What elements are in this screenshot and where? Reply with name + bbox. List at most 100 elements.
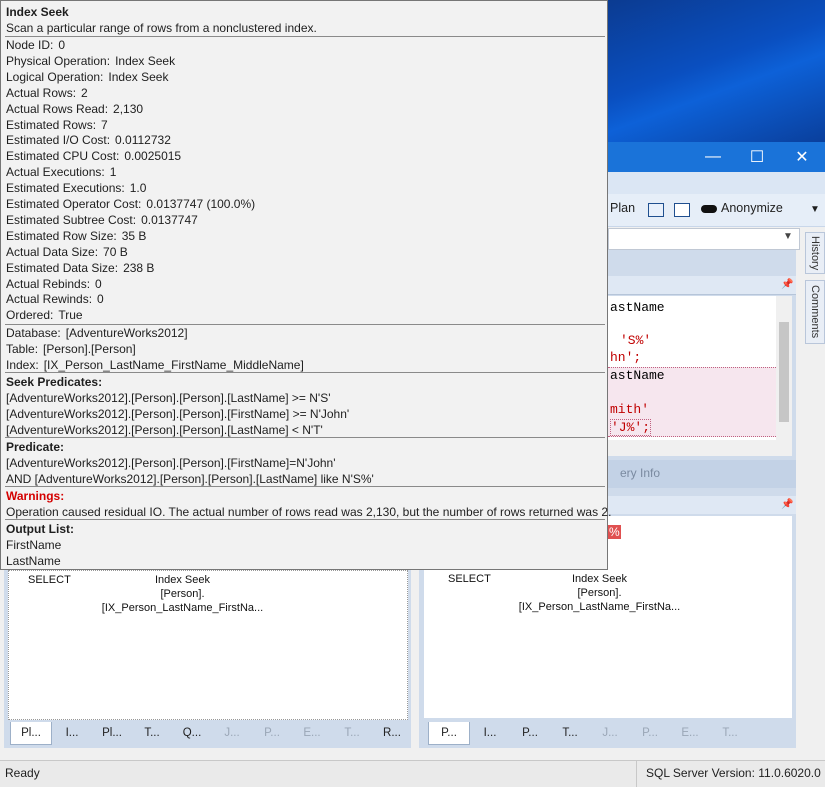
operator-index: [IX_Person_LastName_FirstNa... bbox=[518, 601, 681, 613]
query-fragment: 'J%'; bbox=[610, 419, 652, 436]
status-bar: Ready SQL Server Version: 11.0.6020.0 bbox=[0, 760, 825, 787]
property-key: Estimated Operator Cost: bbox=[6, 197, 142, 211]
menu-bar bbox=[608, 172, 825, 194]
pin-icon[interactable]: 📌 bbox=[781, 499, 793, 510]
property-row: Actual Rows: 2 bbox=[6, 86, 88, 100]
plan-tab[interactable]: T... bbox=[132, 722, 172, 744]
index-seek-operator[interactable]: Index Seek [Person]. [IX_Person_LastName… bbox=[100, 573, 265, 615]
operator-index: [IX_Person_LastName_FirstNa... bbox=[101, 602, 264, 614]
plan-tab[interactable]: J... bbox=[212, 722, 252, 744]
property-value: 0 bbox=[95, 276, 102, 291]
list-icon[interactable] bbox=[648, 203, 664, 217]
property-value: 7 bbox=[101, 117, 108, 132]
plan-tab[interactable]: Pl... bbox=[10, 722, 52, 745]
chevron-down-icon[interactable]: ▼ bbox=[783, 231, 793, 242]
comments-tab[interactable]: Comments bbox=[805, 280, 825, 344]
plan-tab[interactable]: T... bbox=[550, 722, 590, 744]
minimize-button[interactable]: — bbox=[690, 142, 736, 172]
property-row: Physical Operation: Index Seek bbox=[6, 54, 175, 68]
property-value: 35 B bbox=[121, 228, 147, 243]
right-plan-tabbar: P... I... P... T... J... P... E... T... bbox=[428, 722, 750, 746]
object-row: Index: [IX_Person_LastName_FirstName_Midd… bbox=[6, 358, 304, 372]
property-row: Node ID: 0 bbox=[6, 38, 65, 52]
plan-tab[interactable]: T... bbox=[332, 722, 372, 744]
object-value: [AdventureWorks2012] bbox=[65, 326, 188, 340]
output-column: LastName bbox=[6, 554, 61, 568]
property-row: Actual Rebinds: 0 bbox=[6, 277, 102, 291]
plan-tab[interactable]: J... bbox=[590, 722, 630, 744]
operator-tooltip: Index Seek Scan a particular range of ro… bbox=[0, 0, 611, 570]
plan-tab[interactable]: I... bbox=[470, 722, 510, 744]
plan-tab[interactable]: P... bbox=[252, 722, 292, 744]
plan-button[interactable]: Plan bbox=[610, 201, 635, 215]
index-seek-operator[interactable]: Index Seek [Person]. [IX_Person_LastName… bbox=[517, 572, 682, 614]
select-operator-label[interactable]: SELECT bbox=[448, 572, 491, 586]
scrollbar-thumb[interactable] bbox=[779, 322, 789, 422]
property-row: Logical Operation: Index Seek bbox=[6, 70, 168, 84]
status-text: Ready bbox=[5, 766, 40, 780]
maximize-button[interactable]: ☐ bbox=[734, 142, 780, 172]
property-value: 0 bbox=[97, 292, 104, 307]
object-value: [Person].[Person] bbox=[43, 342, 136, 356]
output-list-header: Output List: bbox=[6, 522, 74, 536]
divider bbox=[5, 437, 605, 438]
select-operator-label[interactable]: SELECT bbox=[28, 573, 71, 587]
plan-tab[interactable]: I... bbox=[52, 722, 92, 744]
property-row: Actual Rewinds: 0 bbox=[6, 292, 104, 306]
property-row: Actual Executions: 1 bbox=[6, 165, 116, 179]
property-value: 70 B bbox=[103, 244, 128, 259]
property-value: 1.0 bbox=[129, 181, 147, 196]
query-fragment: mith' bbox=[610, 402, 650, 417]
plan-tab[interactable]: E... bbox=[292, 722, 332, 744]
plan-tab[interactable]: R... bbox=[372, 722, 412, 744]
horizontal-scrollbar[interactable] bbox=[608, 440, 792, 456]
layout-icon[interactable] bbox=[674, 203, 690, 217]
property-row: Actual Data Size: 70 B bbox=[6, 245, 128, 259]
anonymize-button[interactable]: Anonymize bbox=[721, 201, 783, 215]
property-row: Estimated Data Size: 238 B bbox=[6, 261, 154, 275]
query-fragment: astName bbox=[610, 368, 665, 383]
property-key: Estimated Row Size: bbox=[6, 228, 117, 243]
query-info-tab[interactable]: ery Info bbox=[608, 460, 796, 488]
query-panel-header bbox=[608, 276, 796, 295]
property-value: True bbox=[58, 308, 83, 323]
predicate-line: AND [AdventureWorks2012].[Person].[Perso… bbox=[6, 472, 374, 486]
tooltip-description: Scan a particular range of rows from a n… bbox=[6, 21, 317, 35]
database-combo[interactable] bbox=[608, 228, 800, 250]
toolbar-overflow-icon[interactable]: ▼ bbox=[810, 204, 820, 215]
property-row: Ordered: True bbox=[6, 308, 83, 322]
plan-tab[interactable]: Q... bbox=[172, 722, 212, 744]
property-row: Estimated I/O Cost: 0.0112732 bbox=[6, 133, 171, 147]
property-value: Index Seek bbox=[115, 53, 176, 68]
seek-predicate-line: [AdventureWorks2012].[Person].[Person].[… bbox=[6, 391, 331, 405]
desktop-background bbox=[608, 0, 825, 142]
plan-tab[interactable]: P... bbox=[428, 722, 470, 745]
property-value: 2,130 bbox=[113, 101, 144, 116]
property-row: Estimated CPU Cost: 0.0025015 bbox=[6, 149, 181, 163]
tooltip-title: Index Seek bbox=[6, 5, 69, 19]
property-row: Estimated Rows: 7 bbox=[6, 118, 108, 132]
property-value: 0.0137747 (100.0%) bbox=[146, 197, 256, 211]
plan-tab[interactable]: P... bbox=[630, 722, 670, 744]
history-tab[interactable]: History bbox=[805, 232, 825, 274]
operator-table: [Person]. bbox=[160, 588, 205, 600]
property-key: Actual Data Size: bbox=[6, 244, 99, 259]
plan-tab[interactable]: Pl... bbox=[92, 722, 132, 744]
plan-tab[interactable]: E... bbox=[670, 722, 710, 744]
pin-icon[interactable]: 📌 bbox=[781, 279, 793, 290]
query-fragment: 'S%' bbox=[620, 333, 652, 348]
plan-tab[interactable]: T... bbox=[710, 722, 750, 744]
plan-tab[interactable]: P... bbox=[510, 722, 550, 744]
divider bbox=[5, 36, 605, 37]
status-divider bbox=[636, 761, 637, 787]
property-key: Estimated Data Size: bbox=[6, 260, 119, 275]
operator-name: Index Seek bbox=[154, 574, 211, 586]
close-button[interactable]: ✕ bbox=[779, 142, 825, 172]
property-value: 2 bbox=[81, 85, 88, 100]
property-value: 238 B bbox=[123, 260, 155, 275]
warnings-header: Warnings: bbox=[6, 489, 65, 503]
property-key: Estimated I/O Cost: bbox=[6, 133, 111, 148]
property-key: Node ID: bbox=[6, 38, 54, 52]
left-plan-tabbar: Pl... I... Pl... T... Q... J... P... E... T... R.… bbox=[10, 722, 412, 746]
seek-predicates-header: Seek Predicates: bbox=[6, 375, 103, 389]
